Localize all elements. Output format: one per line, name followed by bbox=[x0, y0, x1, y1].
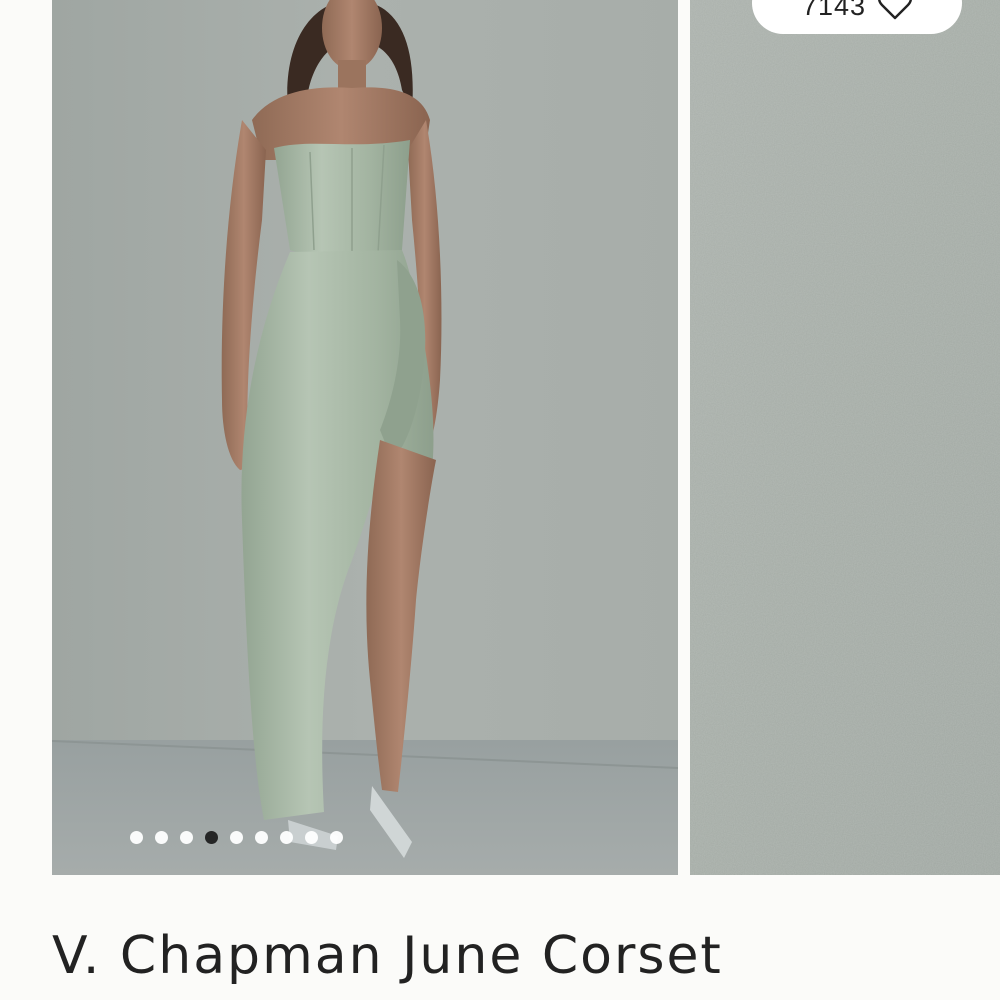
product-gallery: 7143 bbox=[0, 0, 1000, 876]
carousel-dot-5[interactable] bbox=[230, 831, 243, 844]
product-page: 7143 V. Chapman June Corset bbox=[0, 0, 1000, 1000]
fabric-texture bbox=[690, 0, 1000, 875]
carousel-dot-8[interactable] bbox=[305, 831, 318, 844]
carousel-dot-4-active[interactable] bbox=[205, 831, 218, 844]
favorites-count: 7143 bbox=[801, 0, 867, 21]
product-main-image[interactable] bbox=[52, 0, 678, 875]
carousel-dot-9[interactable] bbox=[330, 831, 343, 844]
carousel-dot-7[interactable] bbox=[280, 831, 293, 844]
favorites-button[interactable]: 7143 bbox=[752, 0, 962, 34]
carousel-dot-1[interactable] bbox=[130, 831, 143, 844]
fabric-swatch-image[interactable] bbox=[690, 0, 1000, 875]
heart-icon bbox=[878, 0, 912, 20]
carousel-dot-3[interactable] bbox=[180, 831, 193, 844]
model-photo-illustration bbox=[52, 0, 678, 875]
carousel-dots bbox=[130, 831, 343, 844]
carousel-dot-6[interactable] bbox=[255, 831, 268, 844]
product-title: V. Chapman June Corset bbox=[52, 926, 723, 986]
carousel-dot-2[interactable] bbox=[155, 831, 168, 844]
